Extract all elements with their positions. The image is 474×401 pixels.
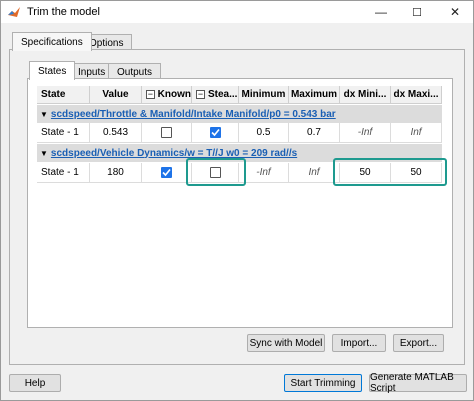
column-header-maximum[interactable]: Maximum xyxy=(289,86,340,104)
group-row-intake-manifold[interactable]: ▼ scdspeed/Throttle & Manifold/Intake Ma… xyxy=(37,105,442,123)
column-header-state[interactable]: State xyxy=(37,86,90,104)
cell-state: State - 1 xyxy=(37,163,90,183)
cell-maximum[interactable]: 0.7 xyxy=(289,123,340,143)
known-checkbox[interactable] xyxy=(161,127,172,138)
title-bar: Trim the model — ☐ ✕ xyxy=(1,1,473,23)
cell-dx-minimum[interactable]: -Inf xyxy=(340,123,391,143)
minus-icon[interactable]: − xyxy=(196,90,205,99)
column-header-dx-minimum[interactable]: dx Mini... xyxy=(340,86,391,104)
known-checkbox[interactable] xyxy=(161,167,172,178)
matlab-logo-icon xyxy=(8,7,20,17)
checkmark-icon xyxy=(162,168,171,177)
column-header-known[interactable]: − Known xyxy=(142,86,192,104)
cell-known xyxy=(142,123,192,143)
start-trimming-button[interactable]: Start Trimming xyxy=(284,374,362,392)
column-header-steady-label: Stea... xyxy=(208,89,238,100)
export-button[interactable]: Export... xyxy=(393,334,444,352)
column-header-value[interactable]: Value xyxy=(90,86,142,104)
minimize-button[interactable]: — xyxy=(363,1,399,23)
tab-specifications[interactable]: Specifications xyxy=(12,32,92,51)
column-header-known-label: Known xyxy=(157,89,191,100)
tab-states[interactable]: States xyxy=(29,61,76,80)
highlight-box-steady xyxy=(186,158,246,186)
sync-with-model-button[interactable]: Sync with Model xyxy=(247,334,325,352)
maximize-button[interactable]: ☐ xyxy=(399,1,435,23)
cell-dx-maximum[interactable]: Inf xyxy=(391,123,442,143)
cell-known xyxy=(142,163,192,183)
collapse-arrow-icon[interactable]: ▼ xyxy=(40,149,48,158)
collapse-arrow-icon[interactable]: ▼ xyxy=(40,110,48,119)
trim-dialog: Trim the model — ☐ ✕ Specifications Opti… xyxy=(0,0,474,401)
column-header-dx-maximum[interactable]: dx Maxi... xyxy=(391,86,442,104)
group-link[interactable]: scdspeed/Vehicle Dynamics/w = T//J w0 = … xyxy=(51,148,297,159)
steady-checkbox[interactable] xyxy=(209,127,221,138)
cell-state: State - 1 xyxy=(37,123,90,143)
group-link[interactable]: scdspeed/Throttle & Manifold/Intake Mani… xyxy=(51,109,336,120)
column-header-minimum[interactable]: Minimum xyxy=(239,86,289,104)
close-button[interactable]: ✕ xyxy=(437,1,473,23)
column-header-steady[interactable]: − Stea... xyxy=(192,86,239,104)
cell-steady xyxy=(192,123,239,143)
cell-minimum[interactable]: -Inf xyxy=(239,163,289,183)
cell-value[interactable]: 0.543 xyxy=(90,123,142,143)
import-button[interactable]: Import... xyxy=(332,334,386,352)
cell-minimum[interactable]: 0.5 xyxy=(239,123,289,143)
window-title: Trim the model xyxy=(27,6,100,18)
help-button[interactable]: Help xyxy=(9,374,61,392)
minus-icon[interactable]: − xyxy=(146,90,155,99)
generate-matlab-script-button[interactable]: Generate MATLAB Script xyxy=(369,372,467,394)
cell-value[interactable]: 180 xyxy=(90,163,142,183)
highlight-box-dx-range xyxy=(333,158,447,186)
checkmark-icon xyxy=(210,128,220,137)
